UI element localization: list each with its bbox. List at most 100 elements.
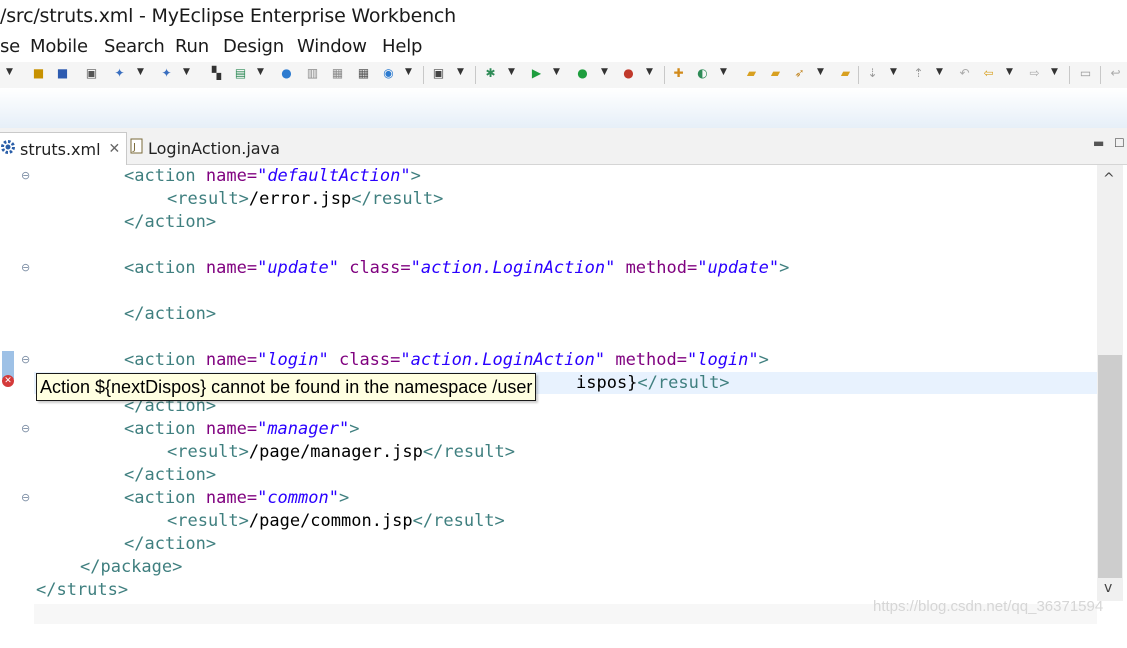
rocket-icon[interactable]: ➶ [792,66,807,81]
menu-design[interactable]: Design [223,36,284,57]
new-file-icon[interactable]: ▤ [233,66,248,81]
pin-editor-icon[interactable]: ▭ [1078,66,1093,81]
menu-help[interactable]: Help [382,36,422,57]
open-type-icon[interactable]: ▰ [768,66,783,81]
open-folder-icon[interactable]: ▰ [744,66,759,81]
code-line: <result>/page/common.jsp</result> [167,511,505,531]
dropdown-arrow-icon[interactable]: ▼ [1051,67,1058,77]
java-file-icon: J [130,138,144,158]
scrollbar-thumb[interactable] [1098,355,1122,578]
open-task-icon[interactable]: ▰ [838,66,853,81]
menu-search[interactable]: Search [104,36,165,57]
box-icon[interactable]: ■ [55,66,70,81]
tab-loginaction-java[interactable]: J LoginAction.java [130,132,280,164]
server-icon[interactable]: ▣ [84,66,99,81]
new-class-icon[interactable]: ◐ [695,66,710,81]
dropdown-arrow-icon[interactable]: ▼ [553,67,560,77]
toolbar-separator [664,66,665,84]
forward-icon[interactable]: ⇨ [1027,66,1042,81]
dropdown-arrow-icon[interactable]: ▼ [601,67,608,77]
menu-run[interactable]: Run [175,36,209,57]
dropdown-arrow-icon[interactable]: ▼ [137,67,144,77]
fold-icon[interactable]: ⊖ [21,353,30,366]
next-annotation-icon[interactable]: ⇣ [865,66,880,81]
perspective-banner [0,88,1127,129]
dropdown-arrow-icon[interactable]: ▼ [6,67,13,77]
code-line: <action name="login" class="action.Login… [124,350,769,370]
title-bar: /src/struts.xml - MyEclipse Enterprise W… [0,0,1127,34]
code-line: </action> [124,534,217,554]
code-line: </action> [124,212,217,232]
run-config-icon[interactable]: ● [575,66,590,81]
close-icon[interactable]: ✕ [109,141,121,157]
scroll-up-icon[interactable]: ^ [1103,171,1115,187]
tab-label: LoginAction.java [148,138,280,158]
fold-icon[interactable]: ⊖ [21,169,30,182]
dropdown-arrow-icon[interactable]: ▼ [646,67,653,77]
back-icon[interactable]: ⇦ [981,66,996,81]
editor-tab-bar: struts.xml ✕ J LoginAction.java ▬ ☐ [0,128,1127,165]
error-tooltip: Action ${nextDispos} cannot be found in … [36,373,537,401]
camera-icon[interactable]: ▣ [431,66,446,81]
menu-bar: se Mobile Search Run Design Window Help [0,36,1127,62]
toolbar-separator [423,66,424,84]
dropdown-arrow-icon[interactable]: ▼ [405,67,412,77]
dropdown-arrow-icon[interactable]: ▼ [257,67,264,77]
code-line: <action name="defaultAction"> [124,166,421,186]
run-icon[interactable]: ▶ [529,66,544,81]
dropdown-arrow-icon[interactable]: ▼ [890,67,897,77]
fold-icon[interactable]: ⊖ [21,422,30,435]
code-line: <action name="common"> [124,488,350,508]
dropdown-arrow-icon[interactable]: ▼ [508,67,515,77]
menu-mobile[interactable]: Mobile [30,36,88,57]
scroll-down-icon[interactable]: v [1104,580,1112,596]
tab-struts-xml[interactable]: struts.xml ✕ [0,132,128,165]
report-icon[interactable]: ▥ [305,66,320,81]
code-line: </action> [124,465,217,485]
watermark: https://blog.csdn.net/qq_36371594 [873,598,1104,615]
code-line: <result>/page/manager.jsp</result> [167,442,516,462]
package-icon[interactable]: ■ [31,66,46,81]
tab-label: struts.xml [20,139,101,159]
menu-window[interactable]: Window [297,36,367,57]
dropdown-arrow-icon[interactable]: ▼ [1006,67,1013,77]
code-area[interactable]: <action name="defaultAction"> <result>/e… [36,165,789,648]
dropdown-arrow-icon[interactable]: ▼ [936,67,943,77]
fold-icon[interactable]: ⊖ [21,491,30,504]
dropdown-arrow-icon[interactable]: ▼ [720,67,727,77]
dropdown-arrow-icon[interactable]: ▼ [457,67,464,77]
code-line: <result>/error.jsp</result> [167,189,444,209]
main-toolbar: ▼ ■ ■ ▣ ✦ ▼ ✦ ▼ ▚ ▤ ▼ ● ▥ ▦ ▦ ◉ ▼ ▣ ▼ ✱ … [0,62,1127,88]
window-title: /src/struts.xml - MyEclipse Enterprise W… [0,5,457,27]
table-icon[interactable]: ▦ [356,66,371,81]
minimize-icon[interactable]: ▬ [1093,136,1104,150]
new-package-icon[interactable]: ✚ [671,66,686,81]
hierarchy-icon[interactable]: ▚ [209,66,224,81]
toolbar-separator [1069,66,1070,84]
chart-icon[interactable]: ▦ [330,66,345,81]
svg-text:J: J [132,142,136,153]
gear-icon [0,139,16,159]
code-line: </package> [80,557,183,577]
dropdown-arrow-icon[interactable]: ▼ [183,67,190,77]
undo-icon[interactable]: ↩ [1108,66,1123,81]
code-line: ispos}</result> [576,373,730,393]
dropdown-arrow-icon[interactable]: ▼ [817,67,824,77]
toolbar-separator [1100,66,1101,84]
toolbar-separator [858,66,859,84]
external-tools-icon[interactable]: ● [621,66,636,81]
globe-icon[interactable]: ● [279,66,294,81]
error-icon[interactable]: ✕ [2,375,14,387]
fold-icon[interactable]: ⊖ [21,261,30,274]
menu-file[interactable]: se [0,36,20,57]
prev-annotation-icon[interactable]: ⇡ [911,66,926,81]
last-edit-icon[interactable]: ↶ [957,66,972,81]
toolbar-separator [475,66,476,84]
debug-icon[interactable]: ✱ [483,66,498,81]
deploy-icon[interactable]: ✦ [112,66,127,81]
run-server-icon[interactable]: ✦ [159,66,174,81]
maximize-icon[interactable]: ☐ [1114,136,1125,150]
code-line: </action> [124,304,217,324]
code-line: </struts> [36,580,129,600]
web-icon[interactable]: ◉ [381,66,396,81]
